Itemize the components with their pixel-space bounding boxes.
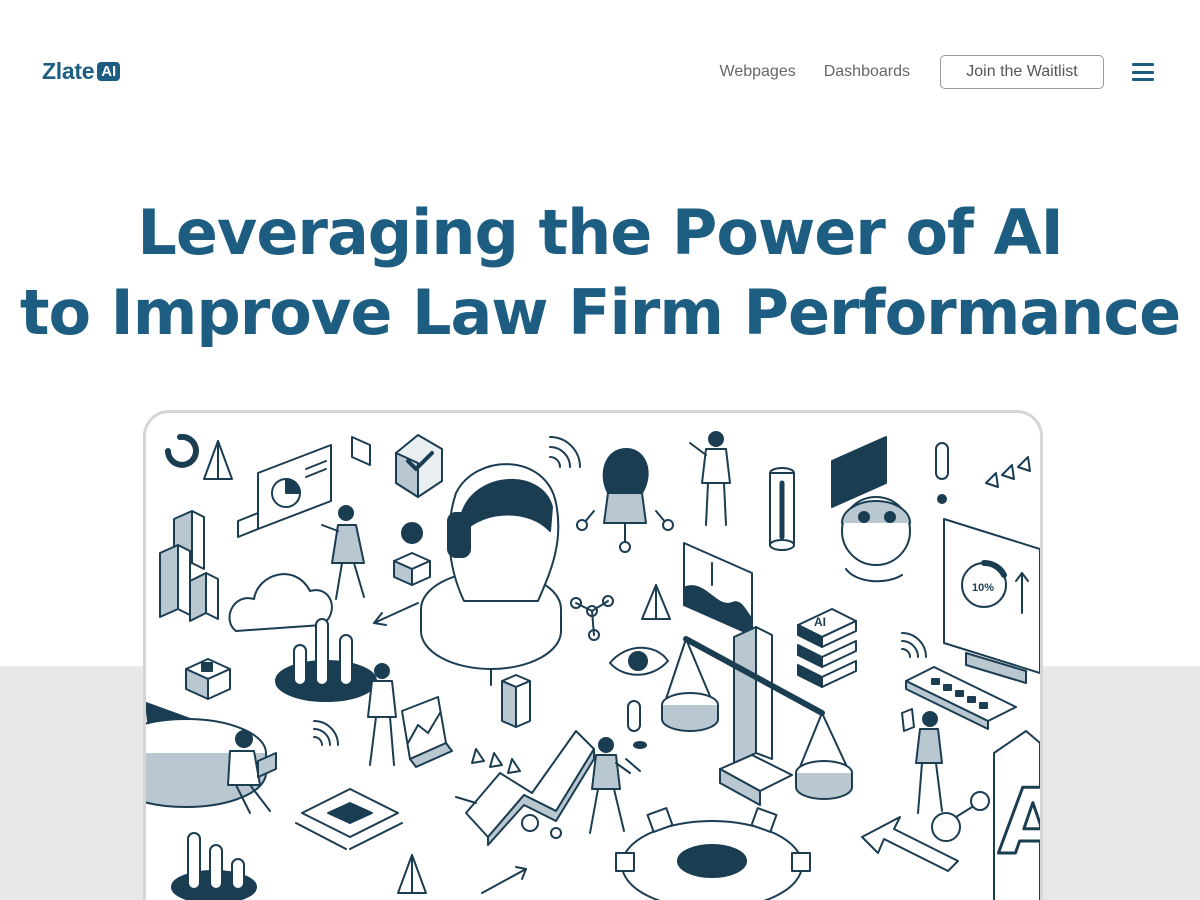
isometric-ai-illustration: AI 10% (146, 431, 1040, 900)
bar-chart-bottom-icon (171, 832, 257, 900)
pyramid-icon (203, 440, 233, 480)
logo[interactable]: Zlate AI (42, 58, 121, 85)
pie-chart-screen-icon (237, 444, 332, 538)
monitor-progress-icon: 10% (943, 518, 1040, 684)
person-standing-icon (689, 431, 731, 526)
cube-node-icon (185, 658, 231, 700)
logo-badge: AI (97, 62, 121, 81)
join-waitlist-button[interactable]: Join the Waitlist (940, 55, 1104, 89)
hero-title-line-1: Leveraging the Power of AI (137, 196, 1063, 269)
bar-chart-cylinders-icon (275, 618, 377, 702)
nav-link-webpages[interactable]: Webpages (720, 63, 796, 81)
pyramid-bottom-icon (397, 854, 427, 894)
hero-title-line-2: to Improve Law Firm Performance (19, 276, 1181, 349)
ai-head-icon (420, 463, 562, 686)
wifi-signal-icon (549, 436, 581, 468)
small-capsule-icon (627, 700, 647, 749)
person-phone-icon (589, 737, 631, 834)
person-tablet-icon (901, 708, 943, 814)
line-chart-screen-icon (683, 542, 753, 636)
gem-stand-icon (393, 522, 431, 586)
big-letter: A (998, 770, 1040, 875)
small-cylinder-icon (935, 442, 949, 504)
thin-arrow-icon (481, 866, 527, 894)
person-walking-icon (321, 505, 365, 600)
justice-scales-icon (661, 626, 853, 806)
block-icon (501, 674, 531, 728)
pyramid-small-icon (641, 584, 671, 620)
wifi-signal-mid-icon (313, 720, 339, 746)
eye-icon (609, 646, 669, 676)
hero-illustration-card: AI 10% (143, 410, 1043, 900)
presenter-icon (367, 663, 453, 768)
ai-block-label: AI (814, 615, 826, 629)
gear-icon (615, 807, 811, 900)
hamburger-menu-icon[interactable] (1132, 63, 1154, 81)
bar-blocks-icon (159, 510, 219, 622)
robot-icon (831, 436, 911, 583)
monitor-readout: 10% (972, 582, 994, 594)
processor-chip-icon (295, 788, 403, 850)
ai-stack-block-icon: AI (797, 608, 857, 688)
light-bulb-icon (576, 448, 674, 553)
hero-title: Leveraging the Power of AI to Improve La… (0, 193, 1200, 353)
main-nav: Webpages Dashboards Join the Waitlist (720, 55, 1154, 89)
pillar-icon (769, 467, 795, 551)
square-tile-icon (351, 436, 371, 466)
logo-text: Zlate (42, 58, 95, 84)
arrow-triangles-icon (985, 456, 1031, 488)
nav-link-dashboards[interactable]: Dashboards (824, 63, 910, 81)
wifi-signal-right-icon (901, 632, 927, 658)
big-letter-block-icon: A (993, 730, 1040, 900)
shield-check-icon (395, 434, 443, 498)
molecule-icon (570, 595, 614, 641)
arrow-left-icon (373, 602, 419, 626)
c-shape-icon (165, 433, 199, 468)
